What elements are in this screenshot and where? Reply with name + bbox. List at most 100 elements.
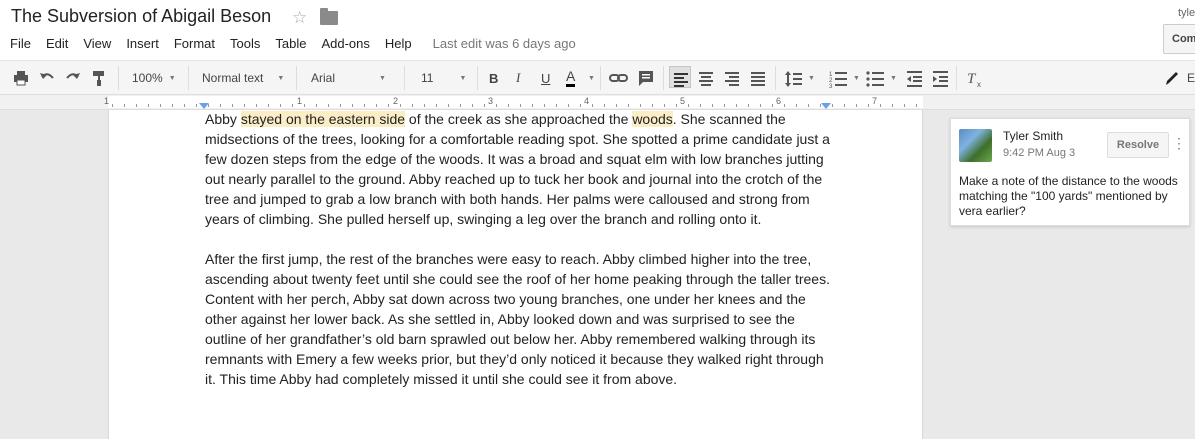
ruler-tick <box>148 104 149 107</box>
ruler-tick <box>736 104 737 107</box>
ruler-number: 1 <box>297 96 303 106</box>
chevron-down-icon[interactable]: ▼ <box>890 67 897 89</box>
align-center-icon[interactable] <box>697 67 715 89</box>
menu-format[interactable]: Format <box>174 36 215 52</box>
toolbar: 100% ▼ Normal text ▼ Arial ▼ 11 ▼ B I U A ▼ … <box>0 60 1195 95</box>
ruler-tick <box>208 104 209 107</box>
font-select[interactable]: Arial ▼ <box>311 67 386 89</box>
justify-icon[interactable] <box>749 67 767 89</box>
ruler-tick <box>496 104 497 107</box>
comment-icon[interactable] <box>637 67 655 89</box>
ruler-tick <box>160 104 161 107</box>
ruler-number: 4 <box>584 96 590 106</box>
ruler-number: 5 <box>680 96 686 106</box>
ruler-tick <box>136 104 137 107</box>
chevron-down-icon: ▼ <box>168 74 176 82</box>
ruler-tick <box>388 104 389 107</box>
bold-button[interactable]: B <box>489 67 498 89</box>
italic-button[interactable]: I <box>516 67 520 89</box>
menu-view[interactable]: View <box>83 36 111 52</box>
ruler-number: 1 <box>104 96 110 106</box>
increase-indent-icon[interactable] <box>931 67 949 89</box>
redo-icon[interactable] <box>65 67 81 89</box>
ruler-tick <box>520 104 521 107</box>
chevron-down-icon[interactable]: ▼ <box>588 67 595 89</box>
style-select[interactable]: Normal text ▼ <box>202 67 284 89</box>
ruler-tick <box>712 104 713 107</box>
pencil-icon[interactable] <box>1163 67 1179 89</box>
chevron-down-icon[interactable]: ▼ <box>853 67 860 89</box>
ruler-tick <box>292 104 293 107</box>
ruler-tick <box>256 104 257 107</box>
doc-title[interactable]: The Subversion of Abigail Beson <box>11 6 271 27</box>
menu-tools[interactable]: Tools <box>230 36 260 52</box>
comment-highlight[interactable]: woods <box>632 111 673 127</box>
ruler-tick <box>328 104 329 107</box>
ruler-tick <box>484 104 485 107</box>
last-edit-status[interactable]: Last edit was 6 days ago <box>433 36 576 52</box>
print-icon[interactable] <box>13 67 29 89</box>
menu-help[interactable]: Help <box>385 36 412 52</box>
clear-formatting-icon[interactable]: Tx <box>966 67 986 89</box>
font-size-select[interactable]: 11 ▼ <box>421 67 466 89</box>
ruler-page-area <box>108 96 923 108</box>
ruler-tick <box>904 104 905 107</box>
line-spacing-icon[interactable] <box>784 67 802 89</box>
ruler-tick <box>820 104 821 107</box>
toolbar-separator <box>956 66 957 90</box>
comment-card[interactable]: Tyler Smith 9:42 PM Aug 3 Resolve ⋮ Make… <box>950 118 1190 226</box>
ruler-tick <box>316 104 317 107</box>
paragraph[interactable]: Abby stayed on the eastern side of the c… <box>205 109 835 229</box>
zoom-select[interactable]: 100% ▼ <box>132 67 176 89</box>
ruler-number: 7 <box>872 96 878 106</box>
ruler-tick <box>232 104 233 107</box>
toolbar-separator <box>477 66 478 90</box>
numbered-list-icon[interactable]: 123 <box>829 67 847 89</box>
toolbar-separator <box>404 66 405 90</box>
editing-mode-button[interactable]: E <box>1187 67 1195 89</box>
document-body[interactable]: Abby stayed on the eastern side of the c… <box>205 109 835 409</box>
style-value: Normal text <box>202 71 264 85</box>
ruler-tick <box>352 104 353 107</box>
ruler-tick <box>880 104 881 107</box>
chevron-down-icon[interactable]: ▼ <box>808 67 815 89</box>
font-value: Arial <box>311 71 336 85</box>
text-color-button[interactable]: A <box>566 67 576 87</box>
paragraph[interactable]: After the first jump, the rest of the br… <box>205 249 835 389</box>
menu-edit[interactable]: Edit <box>46 36 68 52</box>
more-options-icon[interactable]: ⋮ <box>1172 135 1186 152</box>
user-name[interactable]: tyle <box>1178 7 1195 19</box>
document-page[interactable]: Abby stayed on the eastern side of the c… <box>108 110 923 439</box>
chevron-down-icon: ▼ <box>379 74 386 82</box>
ruler-tick <box>652 104 653 107</box>
ruler-tick <box>568 104 569 107</box>
decrease-indent-icon[interactable] <box>905 67 923 89</box>
menu-addons[interactable]: Add-ons <box>321 36 369 52</box>
align-left-icon[interactable] <box>669 66 691 88</box>
ruler-tick <box>532 104 533 107</box>
ruler-tick <box>616 104 617 107</box>
menu-insert[interactable]: Insert <box>126 36 159 52</box>
menu-file[interactable]: File <box>10 36 31 52</box>
ruler-number: 3 <box>488 96 494 106</box>
ruler-tick <box>436 104 437 107</box>
toolbar-separator <box>775 66 776 90</box>
font-size-value: 11 <box>421 71 434 85</box>
ruler-number: 2 <box>393 96 399 106</box>
align-right-icon[interactable] <box>723 67 741 89</box>
toolbar-separator <box>296 66 297 90</box>
ruler-tick <box>676 104 677 107</box>
link-icon[interactable] <box>609 67 629 89</box>
bulleted-list-icon[interactable] <box>866 67 884 89</box>
comment-highlight[interactable]: stayed on the eastern side <box>240 111 406 127</box>
resolve-button[interactable]: Resolve <box>1107 132 1169 158</box>
menu-table[interactable]: Table <box>275 36 306 52</box>
star-icon[interactable]: ☆ <box>292 8 307 28</box>
ruler-tick <box>628 104 629 107</box>
undo-icon[interactable] <box>39 67 55 89</box>
underline-button[interactable]: U <box>541 67 550 89</box>
paint-format-icon[interactable] <box>91 67 107 89</box>
folder-icon[interactable] <box>320 8 338 25</box>
toolbar-separator <box>118 66 119 90</box>
comments-button[interactable]: Comments <box>1163 24 1195 54</box>
